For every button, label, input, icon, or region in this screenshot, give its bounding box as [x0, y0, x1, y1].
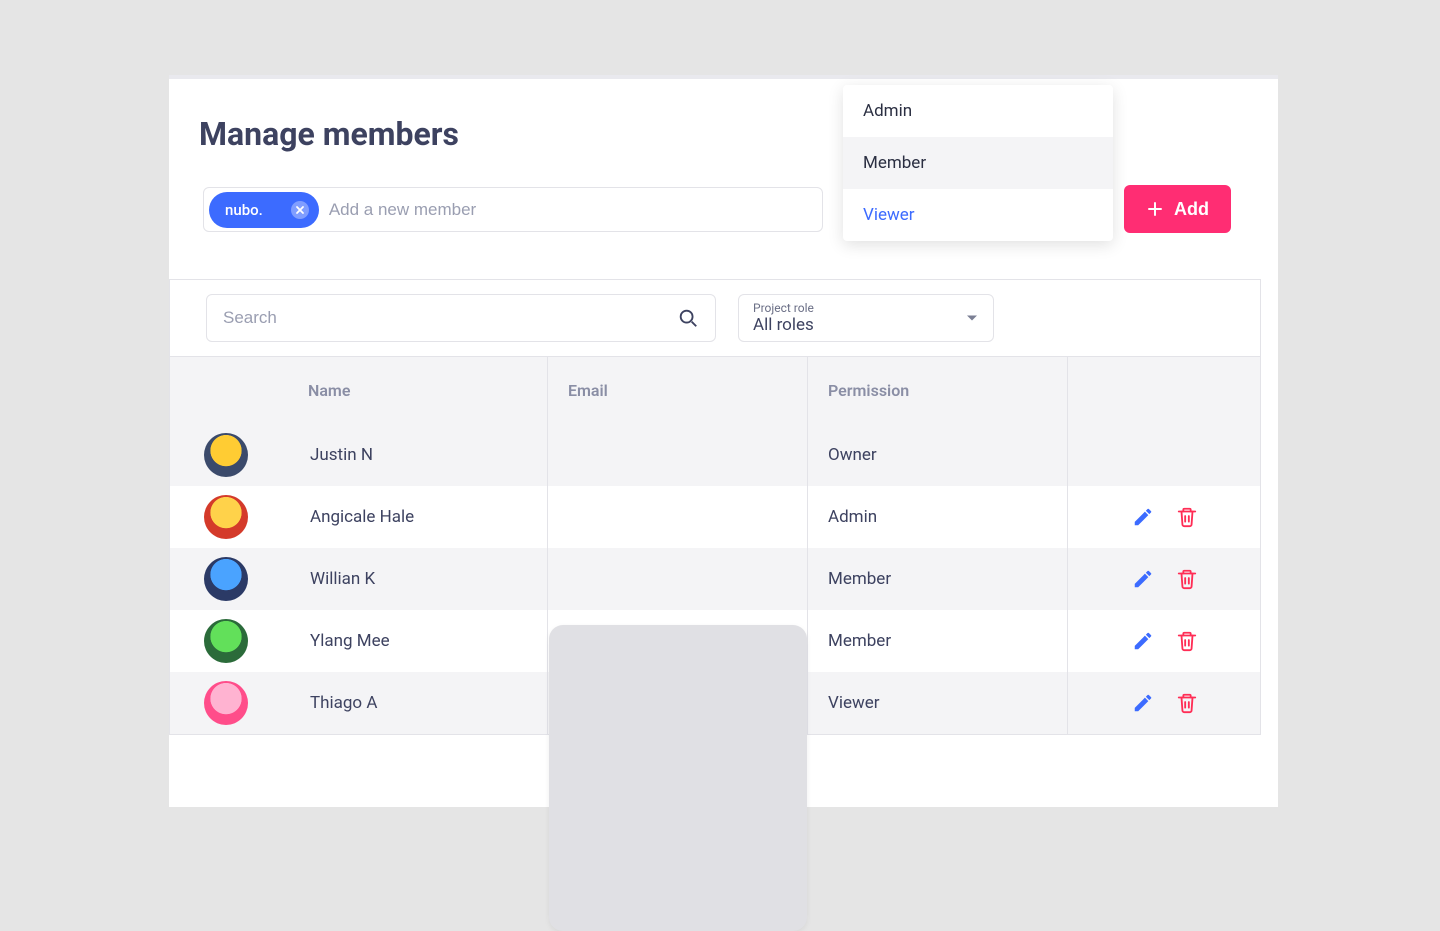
- permission-cell: Owner: [808, 424, 1068, 486]
- edit-icon[interactable]: [1132, 630, 1154, 652]
- table-filter-bar: Project role All roles: [170, 280, 1260, 356]
- role-filter-label: Project role: [753, 301, 979, 315]
- role-filter-select[interactable]: Project role All roles: [738, 294, 994, 342]
- permission-cell: Member: [808, 610, 1068, 672]
- permission-cell: Member: [808, 548, 1068, 610]
- role-filter-value: All roles: [753, 315, 979, 335]
- name-cell: Angicale Hale: [170, 486, 548, 548]
- avatar: [204, 495, 248, 539]
- member-name: Ylang Mee: [310, 631, 390, 651]
- col-permission: Permission: [808, 357, 1068, 424]
- add-member-field[interactable]: nubo.: [203, 187, 823, 232]
- search-input[interactable]: [223, 308, 677, 328]
- name-cell: Justin N: [170, 424, 548, 486]
- page-title: Manage members: [199, 115, 459, 153]
- chevron-down-icon: [967, 316, 977, 321]
- email-cell: [548, 486, 808, 548]
- actions-cell: [1068, 548, 1262, 610]
- col-actions: [1068, 357, 1262, 424]
- avatar: [204, 681, 248, 725]
- search-box[interactable]: [206, 294, 716, 342]
- permission-cell: Admin: [808, 486, 1068, 548]
- member-chip-text: nubo.: [225, 201, 263, 219]
- table-row: Willian K Member: [170, 548, 1260, 610]
- name-cell: Ylang Mee: [170, 610, 548, 672]
- delete-icon[interactable]: [1176, 630, 1198, 652]
- name-cell: Thiago A: [170, 672, 548, 734]
- avatar: [204, 433, 248, 477]
- email-redaction-overlay: [549, 625, 807, 931]
- edit-icon[interactable]: [1132, 506, 1154, 528]
- member-name: Angicale Hale: [310, 507, 414, 527]
- member-name: Justin N: [310, 445, 373, 465]
- edit-icon[interactable]: [1132, 692, 1154, 714]
- add-member-input[interactable]: [329, 200, 810, 220]
- email-cell: [548, 424, 808, 486]
- role-option-viewer[interactable]: Viewer: [843, 189, 1113, 241]
- avatar: [204, 557, 248, 601]
- add-button-label: Add: [1174, 199, 1209, 220]
- edit-icon[interactable]: [1132, 568, 1154, 590]
- member-chip[interactable]: nubo.: [209, 192, 319, 228]
- role-option-member[interactable]: Member: [843, 137, 1113, 189]
- email-cell: [548, 548, 808, 610]
- table-row: Angicale Hale Admin: [170, 486, 1260, 548]
- name-cell: Willian K: [170, 548, 548, 610]
- col-name: Name: [170, 357, 548, 424]
- plus-icon: [1146, 200, 1164, 218]
- actions-cell: [1068, 672, 1262, 734]
- role-dropdown[interactable]: AdminMemberViewer: [843, 85, 1113, 241]
- role-option-admin[interactable]: Admin: [843, 85, 1113, 137]
- permission-cell: Viewer: [808, 672, 1068, 734]
- col-email: Email: [548, 357, 808, 424]
- chip-remove-icon[interactable]: [291, 201, 309, 219]
- avatar: [204, 619, 248, 663]
- actions-cell: [1068, 610, 1262, 672]
- search-icon: [677, 307, 699, 329]
- delete-icon[interactable]: [1176, 692, 1198, 714]
- actions-cell: [1068, 486, 1262, 548]
- member-name: Thiago A: [310, 693, 377, 713]
- table-header: Name Email Permission: [170, 356, 1260, 424]
- delete-icon[interactable]: [1176, 506, 1198, 528]
- actions-cell: [1068, 424, 1262, 486]
- add-button[interactable]: Add: [1124, 185, 1231, 233]
- members-table: Project role All roles Name Email Permis…: [169, 279, 1261, 735]
- delete-icon[interactable]: [1176, 568, 1198, 590]
- table-row: Justin N Owner: [170, 424, 1260, 486]
- manage-members-panel: Manage members nubo. AdminMemberViewer A…: [169, 75, 1278, 807]
- member-name: Willian K: [310, 569, 375, 589]
